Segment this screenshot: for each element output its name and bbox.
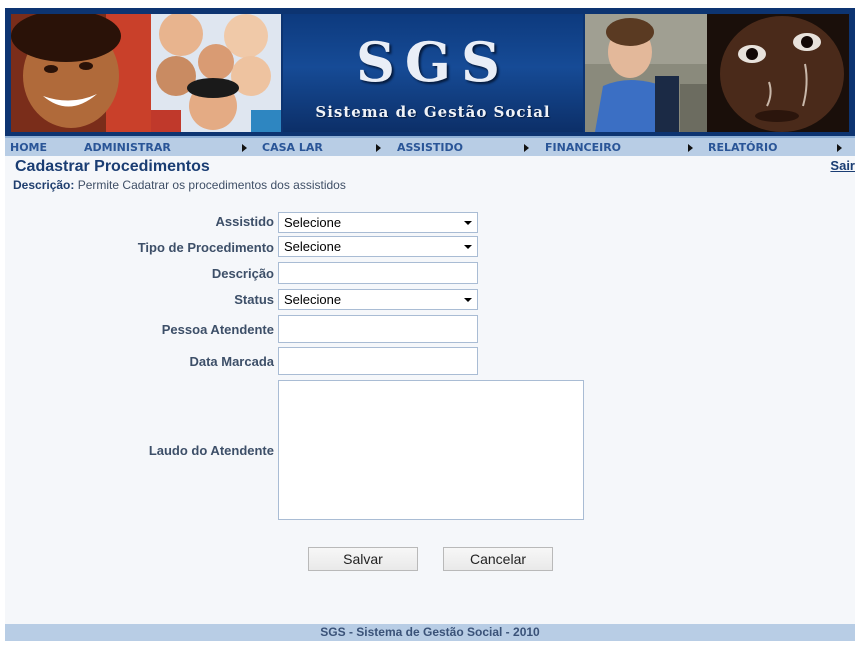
nav-item-administrar[interactable]: ADMINISTRAR <box>84 140 171 156</box>
nav-arrow-icon <box>688 144 693 152</box>
assistido-select-value: Selecione <box>284 215 342 230</box>
page-title: Cadastrar Procedimentos <box>15 158 210 175</box>
logo-title: SGS <box>355 30 511 94</box>
nav-item-assistido[interactable]: ASSISTIDO <box>397 140 463 156</box>
logo-subtitle: Sistema de Gestão Social <box>315 103 551 121</box>
banner: SGS Sistema de Gestão Social <box>5 8 855 136</box>
page: SGS Sistema de Gestão Social HOME ADMINI… <box>5 8 855 641</box>
tipo-procedimento-select[interactable]: Selecione <box>278 236 478 257</box>
chevron-down-icon <box>464 245 472 249</box>
nav-item-relatorio[interactable]: RELATÓRIO <box>708 140 777 156</box>
status-label: Status <box>234 292 274 307</box>
tipo-procedimento-select-value: Selecione <box>284 239 342 254</box>
status-select-value: Selecione <box>284 292 342 307</box>
logo: SGS Sistema de Gestão Social <box>283 14 583 132</box>
status-select[interactable]: Selecione <box>278 289 478 310</box>
laudo-atendente-label: Laudo do Atendente <box>148 443 274 458</box>
logout-link[interactable]: Sair <box>830 158 855 173</box>
banner-photo-crying-child <box>707 14 849 132</box>
nav-item-financeiro[interactable]: FINANCEIRO <box>545 140 621 156</box>
descricao-label: Descrição <box>211 266 274 281</box>
data-marcada-input[interactable] <box>278 347 478 375</box>
descricao-input[interactable] <box>278 262 478 284</box>
nav-arrow-icon <box>376 144 381 152</box>
chevron-down-icon <box>464 221 472 225</box>
assistido-label: Assistido <box>215 214 274 229</box>
pessoa-atendente-input[interactable] <box>278 315 478 343</box>
banner-photo-student-boy <box>585 14 707 132</box>
description-text: Permite Cadatrar os procedimentos dos as… <box>77 178 346 192</box>
banner-photo-children-circle <box>151 14 281 132</box>
pessoa-atendente-label: Pessoa Atendente <box>161 322 274 337</box>
nav-arrow-icon <box>837 144 842 152</box>
nav-item-casa-lar[interactable]: CASA LAR <box>262 140 323 156</box>
save-button[interactable]: Salvar <box>308 547 418 571</box>
page-description: Descrição: Permite Cadatrar os procedime… <box>13 178 346 192</box>
laudo-atendente-textarea[interactable] <box>278 380 584 520</box>
footer: SGS - Sistema de Gestão Social - 2010 <box>5 624 855 641</box>
main-nav: HOME ADMINISTRAR CASA LAR ASSISTIDO FINA… <box>5 136 855 156</box>
banner-photo-smiling-child <box>11 14 151 132</box>
assistido-select[interactable]: Selecione <box>278 212 478 233</box>
nav-arrow-icon <box>524 144 529 152</box>
nav-item-home[interactable]: HOME <box>10 140 47 156</box>
tipo-procedimento-label: Tipo de Procedimento <box>137 240 274 255</box>
description-label: Descrição: <box>13 178 75 192</box>
cancel-button[interactable]: Cancelar <box>443 547 553 571</box>
chevron-down-icon <box>464 298 472 302</box>
nav-arrow-icon <box>242 144 247 152</box>
data-marcada-label: Data Marcada <box>189 354 274 369</box>
